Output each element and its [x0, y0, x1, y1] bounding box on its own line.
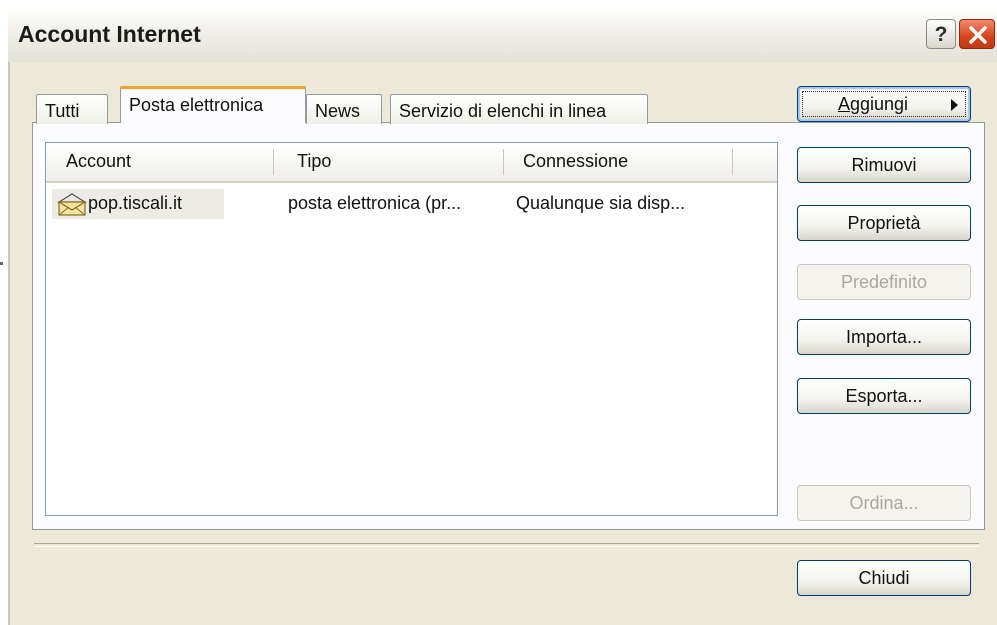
accounts-list[interactable]: Account Tipo Connessione pop.tiscali.it …: [45, 142, 778, 516]
account-type: posta elettronica (pr...: [288, 193, 462, 213]
column-header-account[interactable]: Account: [66, 151, 131, 172]
close-dialog-button[interactable]: Chiudi: [797, 560, 971, 596]
column-header-connessione[interactable]: Connessione: [523, 151, 628, 172]
tab-label: News: [315, 101, 361, 121]
dialog-window: Account Internet ? Tutti Posta elettroni…: [8, 8, 997, 625]
column-divider[interactable]: [503, 149, 504, 175]
stray-dot: [0, 262, 3, 265]
properties-button[interactable]: Proprietà: [797, 205, 971, 241]
submenu-arrow-icon: [951, 99, 958, 111]
order-button[interactable]: Ordina...: [797, 485, 971, 521]
import-button[interactable]: Importa...: [797, 319, 971, 355]
window-title: Account Internet: [18, 21, 201, 47]
tab-posta-elettronica[interactable]: Posta elettronica: [120, 86, 306, 123]
tab-label: Tutti: [45, 101, 80, 121]
close-icon: [969, 26, 987, 44]
column-divider[interactable]: [273, 149, 274, 175]
export-button[interactable]: Esporta...: [797, 378, 971, 414]
add-button[interactable]: Aggiungi: [797, 86, 971, 122]
column-divider[interactable]: [732, 149, 733, 175]
remove-button[interactable]: Rimuovi: [797, 147, 971, 183]
close-button[interactable]: [959, 19, 995, 49]
help-button[interactable]: ?: [926, 19, 956, 49]
tab-tutti[interactable]: Tutti: [36, 94, 108, 124]
table-row[interactable]: pop.tiscali.it posta elettronica (pr... …: [52, 189, 772, 219]
account-connection: Qualunque sia disp...: [516, 193, 686, 213]
account-name: pop.tiscali.it: [88, 193, 183, 213]
title-bar[interactable]: Account Internet ?: [8, 8, 997, 62]
set-default-button[interactable]: Predefinito: [797, 264, 971, 300]
tab-label: Servizio di elenchi in linea: [399, 101, 607, 121]
focus-ring: [802, 91, 966, 117]
tab-news[interactable]: News: [306, 94, 382, 124]
window-border: [8, 62, 10, 625]
footer-separator: [34, 543, 979, 547]
mail-account-icon: [56, 193, 88, 216]
list-header: Account Tipo Connessione: [46, 143, 777, 183]
column-header-tipo[interactable]: Tipo: [297, 151, 331, 172]
tab-label: Posta elettronica: [129, 95, 264, 115]
tab-servizio-elenchi[interactable]: Servizio di elenchi in linea: [390, 94, 648, 124]
